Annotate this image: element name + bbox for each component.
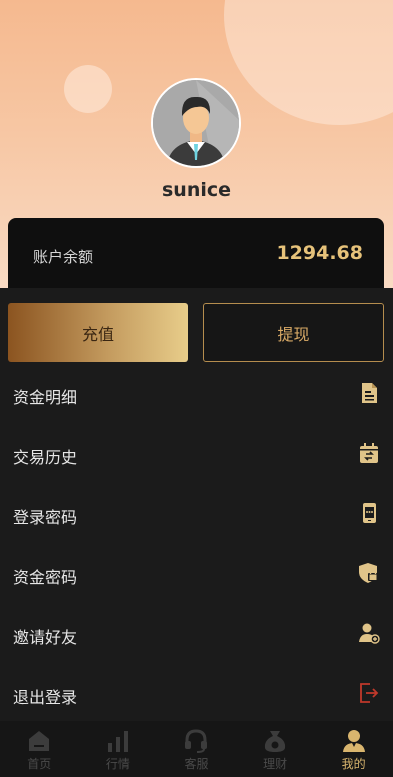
menu-item-fund-details[interactable]: 资金明细 (0, 364, 393, 424)
decorative-circle (224, 0, 393, 125)
recharge-button[interactable]: 充值 (8, 303, 188, 362)
balance-card: 账户余额 1294.68 (8, 218, 384, 296)
home-icon (26, 728, 52, 754)
menu-item-trade-history[interactable]: 交易历史 (0, 424, 393, 484)
menu-item-login-password[interactable]: 登录密码 (0, 484, 393, 544)
tab-label: 首页 (27, 757, 52, 771)
decorative-circle-small (64, 65, 112, 113)
tab-market[interactable]: 行情 (79, 721, 158, 777)
menu-item-label: 资金明细 (13, 388, 78, 407)
tab-service[interactable]: 客服 (157, 721, 236, 777)
tab-finance[interactable]: 理财 (236, 721, 315, 777)
balance-value: 1294.68 (276, 242, 363, 264)
username: sunice (161, 179, 232, 201)
add-user-icon (358, 622, 380, 644)
menu-item-label: 退出登录 (13, 688, 78, 707)
phone-lock-icon (358, 502, 380, 524)
tab-label: 我的 (341, 757, 366, 771)
shield-lock-icon (358, 562, 380, 584)
tab-home[interactable]: 首页 (0, 721, 79, 777)
bottom-tab-bar: 首页 行情 客服 理财 我的 (0, 721, 393, 777)
withdraw-button[interactable]: 提现 (203, 303, 384, 362)
document-icon (358, 382, 380, 404)
tab-label: 理财 (263, 757, 288, 771)
menu-list: 资金明细 交易历史 登录密码 资金密码 邀请好友 退出登录 (0, 364, 393, 724)
menu-item-label: 登录密码 (13, 508, 78, 527)
menu-item-invite-friends[interactable]: 邀请好友 (0, 604, 393, 664)
logout-icon (358, 682, 380, 704)
menu-item-fund-password[interactable]: 资金密码 (0, 544, 393, 604)
money-bag-icon (262, 728, 288, 754)
tab-label: 客服 (184, 757, 209, 771)
avatar[interactable] (151, 78, 241, 168)
menu-item-logout[interactable]: 退出登录 (0, 664, 393, 724)
menu-item-label: 邀请好友 (13, 628, 78, 647)
calendar-icon (358, 442, 380, 464)
balance-label: 账户余额 (33, 248, 94, 266)
chart-icon (105, 728, 131, 754)
main-content: 充值 提现 资金明细 交易历史 登录密码 资金密码 邀请好友 退出登录 (0, 288, 393, 721)
user-icon (341, 728, 367, 754)
headset-icon (183, 728, 209, 754)
tab-mine[interactable]: 我的 (314, 721, 393, 777)
menu-item-label: 交易历史 (13, 448, 78, 467)
tab-label: 行情 (105, 757, 130, 771)
menu-item-label: 资金密码 (13, 568, 78, 587)
